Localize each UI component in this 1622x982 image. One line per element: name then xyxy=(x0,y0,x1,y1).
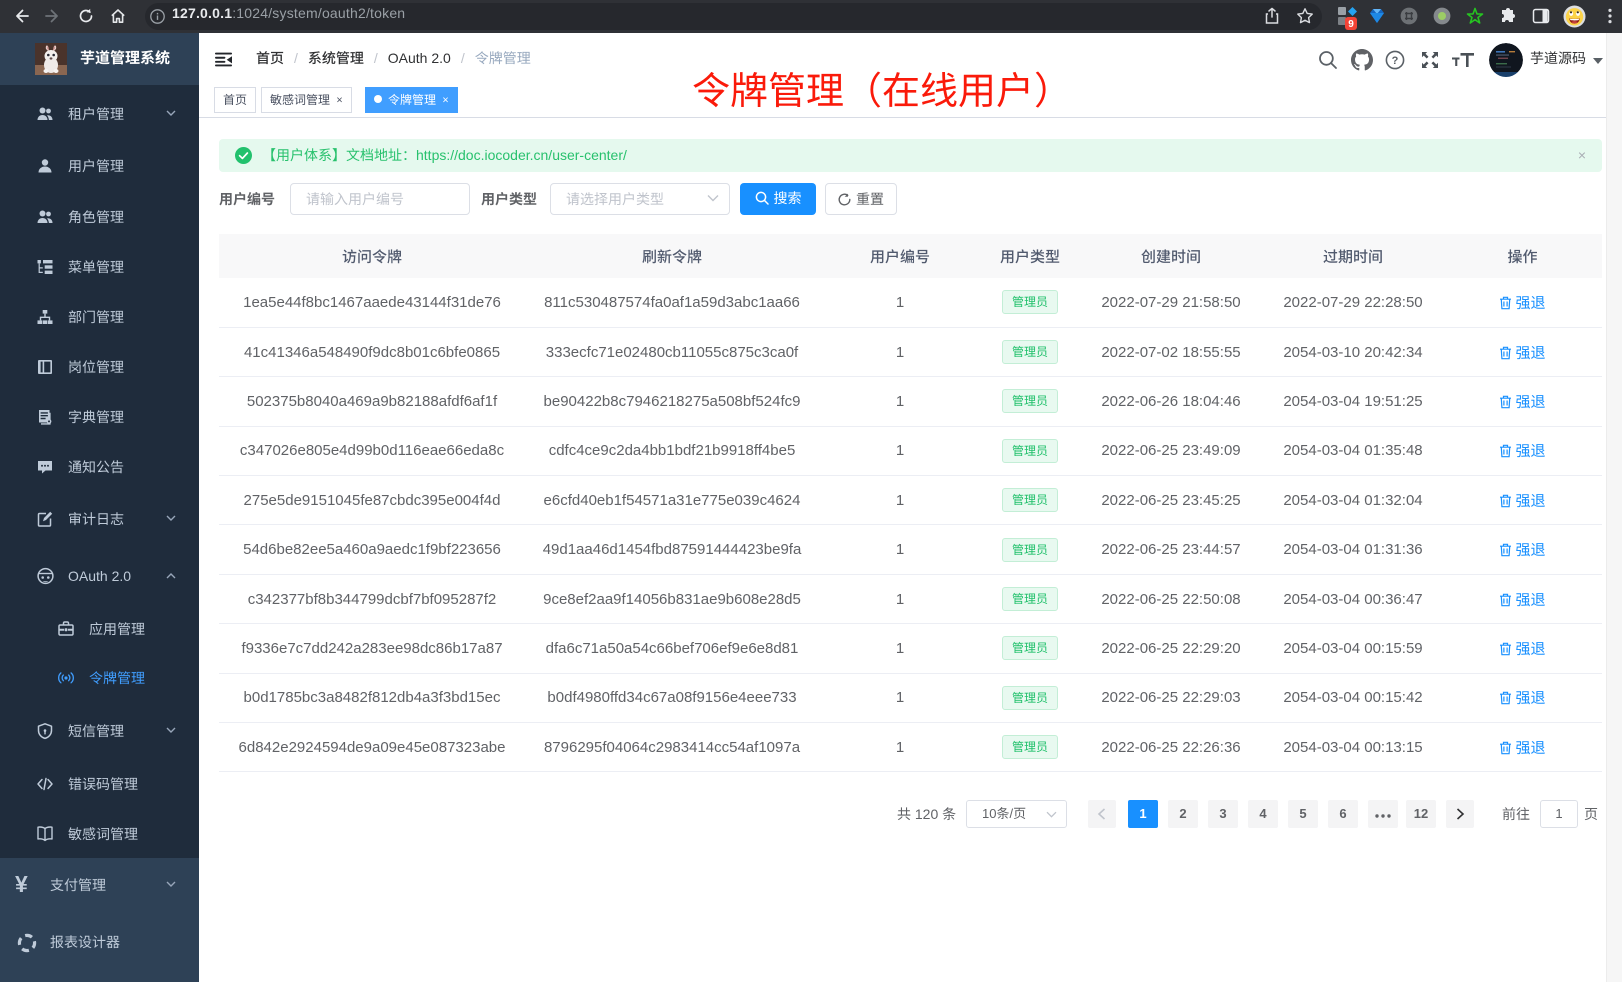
svg-text:9: 9 xyxy=(1348,19,1354,30)
svg-text:?: ? xyxy=(1392,55,1399,67)
